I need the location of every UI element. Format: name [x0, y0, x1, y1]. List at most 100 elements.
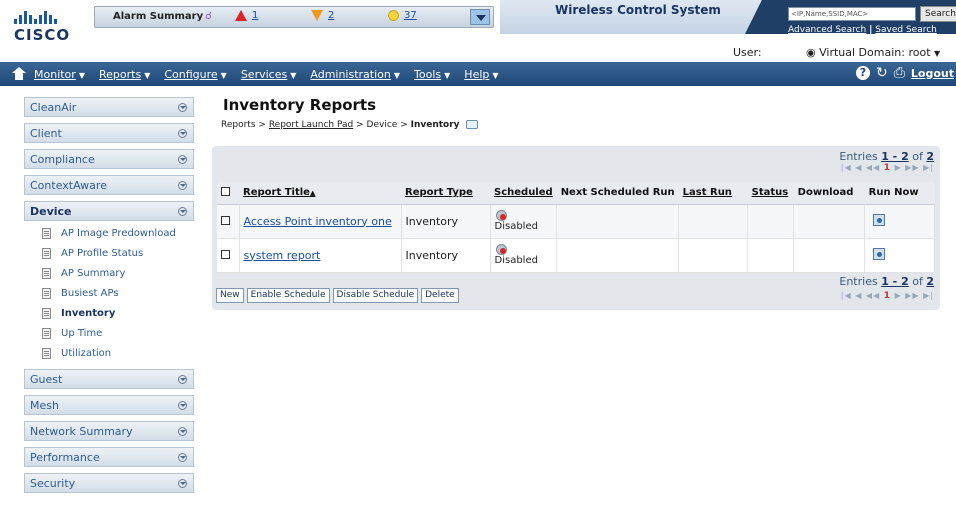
minor-alarm-count[interactable]: 37 [404, 10, 417, 21]
saved-search-link[interactable]: Saved Search [875, 25, 937, 35]
major-alarms[interactable]: 2 [311, 10, 334, 21]
action-buttons: New Enable Schedule Disable Schedule Del… [216, 288, 459, 303]
sidebar-section-performance[interactable]: Performance [24, 447, 194, 467]
back-pages-icon[interactable]: ◀◀ [866, 163, 880, 172]
run-now-icon[interactable] [873, 247, 886, 260]
search-input[interactable]: <IP,Name,SSID,MAC> [788, 7, 916, 21]
menu-help[interactable]: Help ▼ [464, 68, 498, 81]
forward-pages-icon[interactable]: ▶▶ [905, 291, 919, 300]
user-label: User: [733, 46, 762, 59]
last-page-icon[interactable]: ▶| [923, 291, 934, 300]
critical-alarm-icon [235, 10, 247, 21]
help-icon[interactable]: ? [855, 66, 870, 80]
sidebar-item-ap-image-predownload[interactable]: AP Image Predownload [24, 223, 194, 243]
logo-text: CISCO [14, 26, 71, 44]
alarm-summary-bar[interactable]: Alarm Summary ☌ 1 2 37 [94, 6, 494, 28]
menu-reports[interactable]: Reports ▼ [99, 68, 150, 81]
row-checkbox[interactable] [221, 249, 230, 259]
select-all-checkbox[interactable] [221, 186, 230, 196]
menu-administration[interactable]: Administration ▼ [310, 68, 400, 81]
comment-icon[interactable] [466, 120, 479, 129]
download [793, 238, 866, 273]
expand-icon [178, 478, 187, 488]
report-title-link[interactable]: system report [244, 249, 321, 262]
minor-alarms[interactable]: 37 [388, 10, 417, 21]
chevron-down-icon: ▼ [492, 70, 499, 80]
app-title: Wireless Control System [555, 3, 721, 17]
next-page-icon[interactable]: ▶ [895, 291, 902, 300]
sidebar-item-ap-summary[interactable]: AP Summary [24, 263, 194, 283]
advanced-search-link[interactable]: Advanced Search [788, 25, 866, 35]
first-page-icon[interactable]: |◀ [841, 291, 852, 300]
sidebar-item-ap-profile-status[interactable]: AP Profile Status [24, 243, 194, 263]
breadcrumb-launch-pad[interactable]: Report Launch Pad [269, 120, 353, 130]
sidebar-section-client[interactable]: Client [24, 123, 194, 143]
column-status[interactable]: Status [747, 182, 794, 205]
delete-button[interactable]: Delete [421, 288, 459, 303]
reports-sidebar: CleanAir Client Compliance ContextAware … [24, 97, 194, 499]
column-report-type[interactable]: Report Type [401, 182, 490, 205]
critical-alarm-count[interactable]: 1 [252, 10, 258, 21]
major-alarm-icon [311, 10, 323, 21]
virtual-domain[interactable]: ◉ Virtual Domain: root ▼ [806, 46, 940, 59]
reports-table: Report Title▲ Report Type Scheduled Next… [217, 182, 935, 273]
enable-schedule-button[interactable]: Enable Schedule [246, 288, 330, 303]
pager-bottom[interactable]: |◀ ◀ ◀◀ 1 ▶ ▶▶ ▶| [841, 291, 934, 301]
alarm-dropdown-button[interactable] [470, 9, 490, 25]
chevron-down-icon: ▼ [290, 70, 297, 80]
sidebar-section-security[interactable]: Security [24, 473, 194, 493]
report-title-link[interactable]: Access Point inventory one [244, 215, 392, 228]
home-icon[interactable] [12, 67, 26, 81]
minor-alarm-icon [388, 10, 399, 21]
disable-schedule-button[interactable]: Disable Schedule [332, 288, 419, 303]
menu-monitor[interactable]: Monitor ▼ [34, 68, 85, 81]
refresh-icon[interactable]: ↻ [876, 66, 888, 80]
run-now-icon[interactable] [873, 213, 886, 226]
breadcrumb-reports[interactable]: Reports [221, 120, 256, 130]
collapse-icon [178, 206, 187, 216]
entries-count-bottom: Entries 1 - 2 of 2 [839, 275, 934, 288]
search-button[interactable]: Search [920, 6, 956, 22]
menu-tools[interactable]: Tools ▼ [414, 68, 450, 81]
menu-configure[interactable]: Configure ▼ [164, 68, 226, 81]
sidebar-item-up-time[interactable]: Up Time [24, 323, 194, 343]
previous-page-icon[interactable]: ◀ [855, 291, 862, 300]
table-header-row: Report Title▲ Report Type Scheduled Next… [217, 182, 935, 205]
column-scheduled[interactable]: Scheduled [490, 182, 557, 205]
sidebar-section-cleanair[interactable]: CleanAir [24, 97, 194, 117]
back-pages-icon[interactable]: ◀◀ [866, 291, 880, 300]
column-last-run[interactable]: Last Run [678, 182, 748, 205]
pager-top[interactable]: |◀ ◀ ◀◀ 1 ▶ ▶▶ ▶| [841, 163, 934, 173]
next-page-icon[interactable]: ▶ [895, 163, 902, 172]
first-page-icon[interactable]: |◀ [841, 163, 852, 172]
new-button[interactable]: New [216, 288, 244, 303]
sidebar-section-mesh[interactable]: Mesh [24, 395, 194, 415]
major-alarm-count[interactable]: 2 [328, 10, 334, 21]
menu-services[interactable]: Services ▼ [241, 68, 297, 81]
print-icon[interactable]: ⎙ [894, 66, 905, 80]
sidebar-section-guest[interactable]: Guest [24, 369, 194, 389]
column-report-title[interactable]: Report Title▲ [239, 182, 401, 205]
cisco-logo[interactable]: CISCO [14, 10, 74, 44]
critical-alarms[interactable]: 1 [235, 10, 258, 21]
sidebar-section-compliance[interactable]: Compliance [24, 149, 194, 169]
sidebar-section-device[interactable]: Device [24, 201, 194, 221]
table-row: system report Inventory Disabled [217, 238, 935, 273]
sidebar-section-network-summary[interactable]: Network Summary [24, 421, 194, 441]
previous-page-icon[interactable]: ◀ [855, 163, 862, 172]
schedule-disabled-icon [495, 244, 507, 255]
row-checkbox[interactable] [221, 215, 230, 225]
sidebar-item-busiest-aps[interactable]: Busiest APs [24, 283, 194, 303]
chevron-down-icon: ▼ [78, 70, 85, 80]
sidebar-item-inventory[interactable]: Inventory [24, 303, 194, 323]
sidebar-section-contextaware[interactable]: ContextAware [24, 175, 194, 195]
breadcrumb-device[interactable]: Device [367, 120, 398, 130]
sidebar-item-utilization[interactable]: Utilization [24, 343, 194, 363]
logout-link[interactable]: Logout [911, 67, 954, 80]
column-run-now: Run Now [864, 182, 935, 205]
download [793, 204, 866, 239]
expand-icon [178, 128, 187, 138]
forward-pages-icon[interactable]: ▶▶ [905, 163, 919, 172]
last-page-icon[interactable]: ▶| [923, 163, 934, 172]
globe-icon: ◉ [806, 46, 816, 59]
